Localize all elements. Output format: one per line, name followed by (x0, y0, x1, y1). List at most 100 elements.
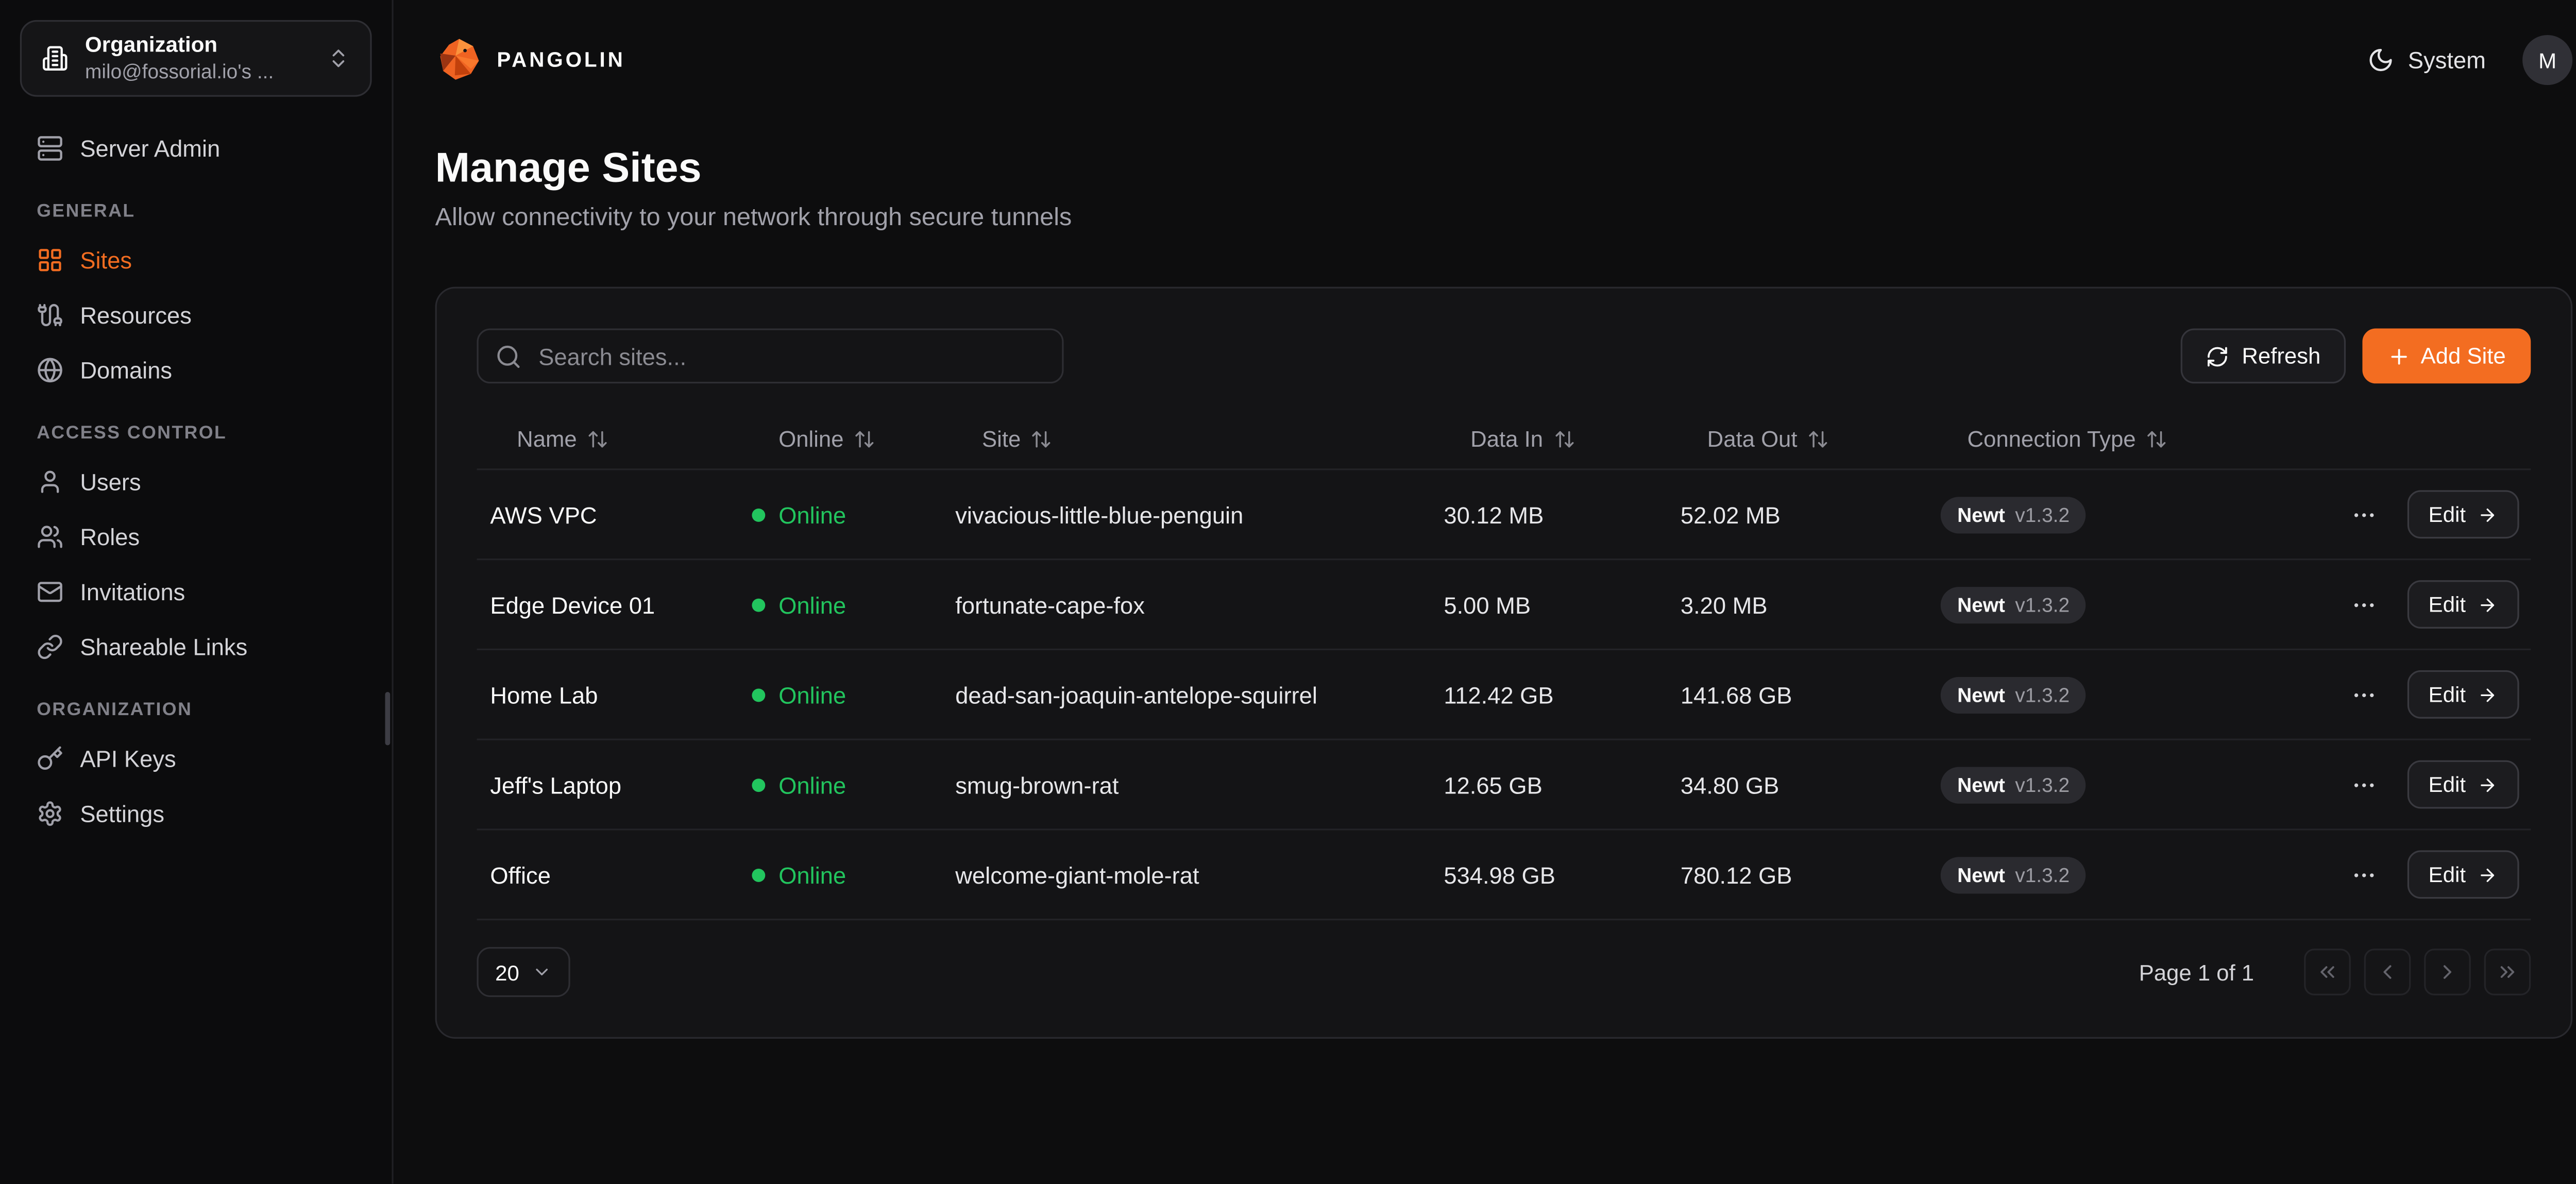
sort-icon (1807, 429, 1829, 450)
search-input[interactable] (535, 341, 1045, 371)
sidebar-item-settings[interactable]: Settings (20, 785, 372, 840)
sidebar: Organization milo@fossorial.io's ... Ser… (0, 0, 394, 1184)
sidebar-item-server-admin[interactable]: Server Admin (20, 120, 372, 175)
brand-name: PANGOLIN (497, 48, 625, 72)
sites-table: Name Online Site Data In Data Out Connec… (477, 410, 2531, 920)
edit-button[interactable]: Edit (2406, 490, 2519, 538)
chevrons-right-icon (2496, 960, 2519, 984)
online-cell: Online (739, 681, 942, 708)
add-site-button[interactable]: Add Site (2362, 328, 2531, 383)
actions-cell: Edit (2323, 670, 2531, 719)
column-header-site[interactable]: Site (942, 427, 1430, 452)
site-cell: fortunate-cape-fox (942, 591, 1430, 618)
column-header-online[interactable]: Online (739, 427, 942, 452)
sidebar-item-users[interactable]: Users (20, 453, 372, 509)
sidebar-item-label: Users (80, 468, 141, 495)
connection-cell: Newtv1.3.2 (1927, 586, 2323, 622)
org-selector[interactable]: Organization milo@fossorial.io's ... (20, 20, 372, 97)
sort-icon (1553, 429, 1574, 450)
building-icon (42, 45, 69, 72)
row-menu-button[interactable] (2350, 771, 2377, 798)
edit-button[interactable]: Edit (2406, 760, 2519, 809)
add-site-label: Add Site (2421, 344, 2506, 369)
user-icon (37, 468, 63, 495)
first-page-button[interactable] (2304, 949, 2351, 995)
theme-toggle-button[interactable]: System (2368, 47, 2486, 74)
org-selector-text: Organization milo@fossorial.io's ... (85, 31, 310, 86)
table-footer: 20 Page 1 of 1 (477, 947, 2531, 997)
sidebar-item-label: Domains (80, 356, 172, 383)
edit-button[interactable]: Edit (2406, 580, 2519, 629)
sites-panel: Refresh Add Site Name Online Site Data I… (435, 287, 2573, 1039)
search-box (477, 328, 1063, 383)
connection-badge: Newtv1.3.2 (1941, 586, 2087, 622)
mail-icon (37, 578, 63, 604)
row-menu-button[interactable] (2350, 681, 2377, 708)
row-menu-button[interactable] (2350, 861, 2377, 888)
table-row: Edge Device 01 Online fortunate-cape-fox… (477, 560, 2531, 650)
previous-page-button[interactable] (2364, 949, 2411, 995)
column-header-data-out[interactable]: Data Out (1667, 427, 1927, 452)
online-dot-icon (752, 508, 765, 521)
toolbar-actions: Refresh Add Site (2180, 328, 2531, 383)
sidebar-item-sites[interactable]: Sites (20, 232, 372, 287)
section-label-organization: ORGANIZATION (37, 700, 355, 720)
brand: PANGOLIN (435, 37, 625, 83)
users-icon (37, 522, 63, 549)
ellipsis-icon (2350, 501, 2377, 528)
data-out-cell: 34.80 GB (1667, 771, 1927, 798)
column-header-connection-type[interactable]: Connection Type (1927, 427, 2323, 452)
sort-icon (854, 429, 875, 450)
connection-badge: Newtv1.3.2 (1941, 676, 2087, 713)
sidebar-item-label: Invitations (80, 578, 185, 604)
refresh-button[interactable]: Refresh (2180, 328, 2346, 383)
name-cell: Jeff's Laptop (477, 771, 738, 798)
column-header-data-in[interactable]: Data In (1430, 427, 1667, 452)
key-icon (37, 745, 63, 771)
edit-button[interactable]: Edit (2406, 670, 2519, 719)
data-in-cell: 5.00 MB (1430, 591, 1667, 618)
actions-cell: Edit (2323, 580, 2531, 629)
sidebar-item-invitations[interactable]: Invitations (20, 564, 372, 619)
org-title: Organization (85, 31, 310, 60)
row-menu-button[interactable] (2350, 591, 2377, 618)
site-cell: welcome-giant-mole-rat (942, 861, 1430, 888)
ellipsis-icon (2350, 681, 2377, 708)
sidebar-scrollbar-thumb[interactable] (385, 692, 391, 746)
sidebar-item-domains[interactable]: Domains (20, 342, 372, 397)
chevrons-left-icon (2316, 960, 2339, 984)
table-row: Home Lab Online dead-san-joaquin-antelop… (477, 650, 2531, 740)
site-cell: dead-san-joaquin-antelope-squirrel (942, 681, 1430, 708)
search-icon (495, 343, 522, 369)
online-cell: Online (739, 771, 942, 798)
table-row: Jeff's Laptop Online smug-brown-rat 12.6… (477, 740, 2531, 831)
edit-button[interactable]: Edit (2406, 850, 2519, 899)
actions-cell: Edit (2323, 850, 2531, 899)
chevron-down-icon (533, 962, 553, 982)
sidebar-item-label: Sites (80, 246, 132, 273)
section-label-general: GENERAL (37, 202, 355, 222)
arrow-right-icon (2478, 684, 2498, 704)
sidebar-item-api-keys[interactable]: API Keys (20, 730, 372, 785)
connection-badge: Newtv1.3.2 (1941, 856, 2087, 893)
sidebar-item-resources[interactable]: Resources (20, 287, 372, 342)
avatar[interactable]: M (2522, 35, 2572, 85)
sidebar-item-label: Resources (80, 301, 192, 328)
name-cell: Edge Device 01 (477, 591, 738, 618)
connection-cell: Newtv1.3.2 (1927, 496, 2323, 533)
data-in-cell: 12.65 GB (1430, 771, 1667, 798)
last-page-button[interactable] (2484, 949, 2531, 995)
refresh-icon (2205, 344, 2228, 367)
sidebar-item-shareable-links[interactable]: Shareable Links (20, 619, 372, 674)
connection-badge: Newtv1.3.2 (1941, 766, 2087, 803)
page-info: Page 1 of 1 (2139, 959, 2254, 985)
column-header-name[interactable]: Name (477, 427, 738, 452)
sidebar-item-roles[interactable]: Roles (20, 509, 372, 564)
connection-cell: Newtv1.3.2 (1927, 766, 2323, 803)
name-cell: Office (477, 861, 738, 888)
row-menu-button[interactable] (2350, 501, 2377, 528)
topbar-right: System M (2368, 35, 2572, 85)
next-page-button[interactable] (2424, 949, 2471, 995)
plus-icon (2387, 344, 2411, 367)
page-size-select[interactable]: 20 (477, 947, 571, 997)
